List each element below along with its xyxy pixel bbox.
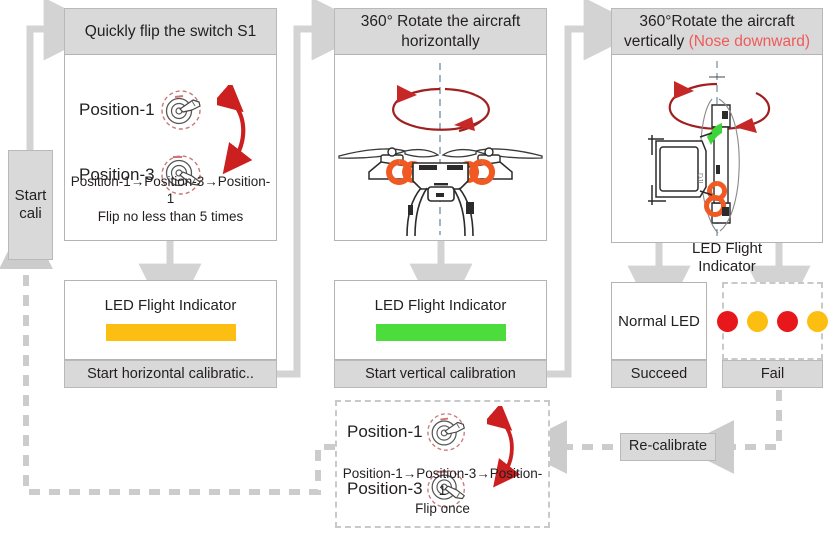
retry-box: Position-1 Position-3 Position-1→Positio…: [335, 400, 550, 528]
step2-led-label: LED Flight Indicator: [374, 297, 507, 314]
start-cali-label-line1: Start: [14, 187, 47, 205]
red-double-arrow-icon: [217, 85, 261, 177]
fail-led-dots: [717, 310, 828, 332]
wire-start-to-step1: [26, 0, 107, 150]
rotation-arrow-head-right: [734, 118, 757, 133]
drone-side-view-nose-down-icon: DJI: [612, 55, 822, 243]
step2-header: 360° Rotate the aircraft horizontally: [334, 8, 547, 54]
step1-led-footer[interactable]: Start horizontal calibratic..: [64, 360, 277, 388]
fail-led-dot: [717, 310, 738, 332]
succeed-footer-label: Succeed: [630, 366, 688, 382]
flowchart-diagram: Start cali Quickly flip the switch S1 Po…: [0, 0, 829, 535]
step1-panel: Quickly flip the switch S1 Position-1 Po…: [64, 8, 277, 241]
switch-hand-up-icon: [425, 410, 471, 454]
step3-header-line2: vertically (Nose downward): [624, 32, 810, 51]
step2-body: [334, 54, 547, 241]
step1-body: Position-1 Position-3 Position-1→Positio…: [64, 54, 277, 241]
step3-header-line2-main: vertically: [623, 32, 689, 50]
step1-position-1-label: Position-1: [79, 100, 155, 119]
recalibrate-box[interactable]: Re-calibrate: [620, 433, 716, 461]
fail-led-dot: [747, 310, 768, 332]
fail-box: [717, 282, 828, 360]
switch-hand-up-icon: [159, 87, 207, 133]
step2-led-footer-label: Start vertical calibration: [365, 366, 516, 382]
step3-led-caption-line1: LED Flight: [691, 240, 763, 257]
svg-text:DJI: DJI: [696, 173, 703, 184]
step2-header-line2: horizontally: [401, 32, 480, 50]
start-cali-box[interactable]: Start cali: [8, 150, 53, 260]
wire-led2-to-step3: [547, 0, 647, 378]
step3-header-line1: 360°Rotate the aircraft: [639, 13, 795, 31]
drone-front-view-icon: [335, 55, 546, 241]
wire-led1-to-step2: [277, 0, 375, 378]
step3-led-caption-line2: Indicator: [698, 258, 756, 276]
step2-led-bar: [375, 324, 506, 341]
fail-footer[interactable]: Fаil: [722, 360, 823, 388]
step1-led-label: LED Flight Indicator: [104, 297, 237, 314]
step1-note-line1: Position-1→Position-3→Position-1: [70, 173, 271, 207]
step2-header-line1: 360° Rotate the aircraft: [360, 13, 521, 31]
rotation-arrow-head-left: [674, 81, 694, 99]
recalibrate-label: Re-calibrate: [628, 438, 708, 455]
succeed-body-label: Normal LED: [618, 312, 700, 330]
step1-led-footer-label: Start horizontal calibratic..: [87, 366, 254, 382]
step1-header-label: Quickly flip the switch S1: [84, 22, 257, 40]
step1-note: Position-1→Position-3→Position-1 Flip no…: [69, 173, 272, 226]
retry-note-line1: Position-1→Position-3→Position-1: [342, 465, 543, 499]
retry-note: Position-1→Position-3→Position-1 Flip on…: [339, 465, 546, 518]
step2-panel: 360° Rotate the aircraft horizontally: [334, 8, 547, 241]
succeed-box: Normal LED: [611, 282, 707, 360]
step2-led-box: LED Flight Indicator: [334, 280, 547, 360]
step3-led-caption: LED Flight Indicator: [672, 240, 782, 277]
step3-header: 360°Rotate the aircraft vertically (Nose…: [611, 8, 823, 54]
wire-fail-to-recalibrate: [680, 390, 782, 474]
fail-led-dot: [777, 310, 798, 332]
retry-position-1-label: Position-1: [347, 422, 423, 441]
step1-led-box: LED Flight Indicator: [64, 280, 277, 360]
step2-led-footer[interactable]: Start vertical calibration: [334, 360, 547, 388]
retry-note-line2: Flip once: [415, 501, 470, 517]
step3-panel: 360°Rotate the aircraft vertically (Nose…: [611, 8, 823, 243]
rotation-arrow-head-left: [397, 85, 417, 103]
fail-footer-label: Fаil: [760, 366, 785, 382]
succeed-footer[interactable]: Succeed: [611, 360, 707, 388]
step1-led-bar: [105, 324, 236, 341]
start-cali-label-line2: cali: [19, 205, 42, 222]
fail-led-dot: [807, 310, 828, 332]
step1-note-line2: Flip no less than 5 times: [97, 209, 244, 225]
step3-body: DJI: [611, 54, 823, 243]
step1-header: Quickly flip the switch S1: [64, 8, 277, 54]
step3-header-line2-red: (Nose downward): [688, 32, 811, 50]
